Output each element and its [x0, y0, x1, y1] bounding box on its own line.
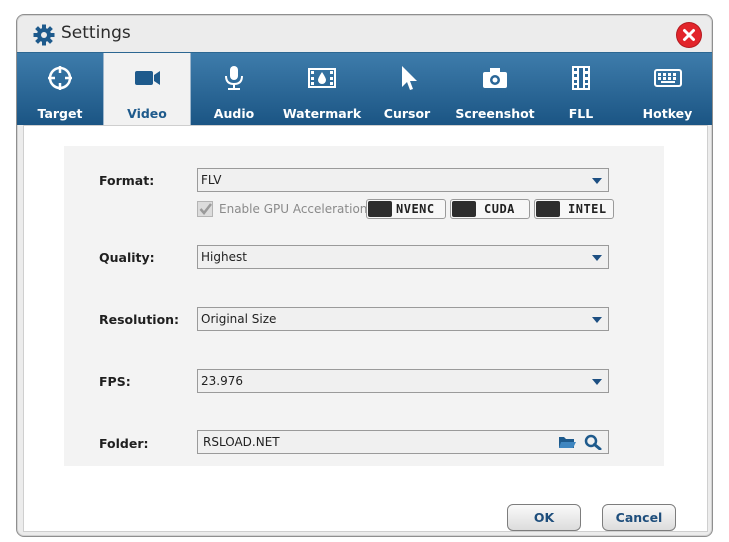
search-icon[interactable]: [584, 434, 602, 450]
fps-label: FPS:: [99, 374, 131, 389]
chevron-down-icon: [592, 379, 602, 385]
folder-open-icon[interactable]: [558, 434, 576, 450]
tab-label: Hotkey: [642, 106, 693, 121]
tab-label: Target: [37, 106, 83, 121]
resolution-label: Resolution:: [99, 312, 180, 327]
video-camera-icon: [135, 71, 160, 85]
settings-content: [64, 146, 664, 466]
badge-label: NVENC: [396, 202, 435, 216]
gear-icon: [33, 24, 55, 46]
format-value: FLV: [201, 173, 222, 187]
chevron-down-icon: [592, 255, 602, 261]
microphone-icon: [225, 66, 243, 90]
fps-value: 23.976: [201, 374, 243, 388]
folder-label: Folder:: [99, 436, 149, 451]
fps-select[interactable]: 23.976: [197, 369, 609, 393]
gpu-acceleration-label: Enable GPU Acceleration: [219, 202, 368, 216]
gpu-acceleration-row: Enable GPU Acceleration NVENC CUDA INTEL: [197, 199, 637, 221]
tab-cursor[interactable]: Cursor: [367, 53, 447, 125]
tab-bar: Target Video Audio Watermark Cursor Scre…: [17, 52, 712, 126]
tab-hotkey[interactable]: Hotkey: [623, 53, 712, 125]
nvidia-logo-icon: [368, 201, 392, 217]
quality-label: Quality:: [99, 250, 155, 265]
tab-label: FLL: [568, 106, 594, 121]
resolution-value: Original Size: [201, 312, 277, 326]
tab-label: Watermark: [282, 106, 362, 121]
tab-watermark[interactable]: Watermark: [277, 53, 367, 125]
badge-label: INTEL: [568, 202, 607, 216]
window-title: Settings: [61, 23, 131, 43]
keyboard-icon: [653, 69, 682, 87]
quality-value: Highest: [201, 250, 247, 264]
tab-audio[interactable]: Audio: [191, 53, 277, 125]
camera-icon: [483, 68, 507, 88]
film-icon: [572, 66, 590, 90]
resolution-select[interactable]: Original Size: [197, 307, 609, 331]
chevron-down-icon: [592, 317, 602, 323]
ok-button[interactable]: OK: [507, 504, 581, 531]
cuda-badge: CUDA: [450, 199, 530, 219]
badge-label: CUDA: [484, 202, 515, 216]
settings-window: Settings Target Video Audio Watermark Cu…: [16, 14, 713, 537]
intel-badge: INTEL: [534, 199, 614, 219]
close-icon: [683, 29, 695, 41]
checkmark-icon: [199, 203, 212, 215]
tab-fll[interactable]: FLL: [543, 53, 619, 125]
chevron-down-icon: [592, 178, 602, 184]
tab-label: Cursor: [383, 106, 431, 121]
title-bar: Settings: [17, 15, 712, 53]
watermark-icon: [308, 68, 336, 88]
tab-label: Screenshot: [455, 106, 535, 121]
folder-field[interactable]: RSLOAD.NET: [197, 430, 609, 454]
folder-value: RSLOAD.NET: [203, 435, 280, 449]
close-button[interactable]: [677, 23, 701, 47]
cursor-icon: [402, 66, 417, 90]
target-icon: [48, 66, 72, 90]
tab-target[interactable]: Target: [17, 53, 103, 125]
tab-screenshot[interactable]: Screenshot: [447, 53, 543, 125]
tab-video[interactable]: Video: [103, 53, 191, 126]
tab-label: Audio: [213, 106, 255, 121]
intel-logo-icon: [536, 201, 560, 217]
format-label: Format:: [99, 173, 155, 188]
gpu-acceleration-checkbox[interactable]: [197, 201, 213, 217]
nvenc-badge: NVENC: [366, 199, 446, 219]
nvidia-logo-icon: [452, 201, 476, 217]
tab-label: Video: [127, 106, 167, 121]
format-select[interactable]: FLV: [197, 168, 609, 192]
cancel-button[interactable]: Cancel: [602, 504, 676, 531]
quality-select[interactable]: Highest: [197, 245, 609, 269]
